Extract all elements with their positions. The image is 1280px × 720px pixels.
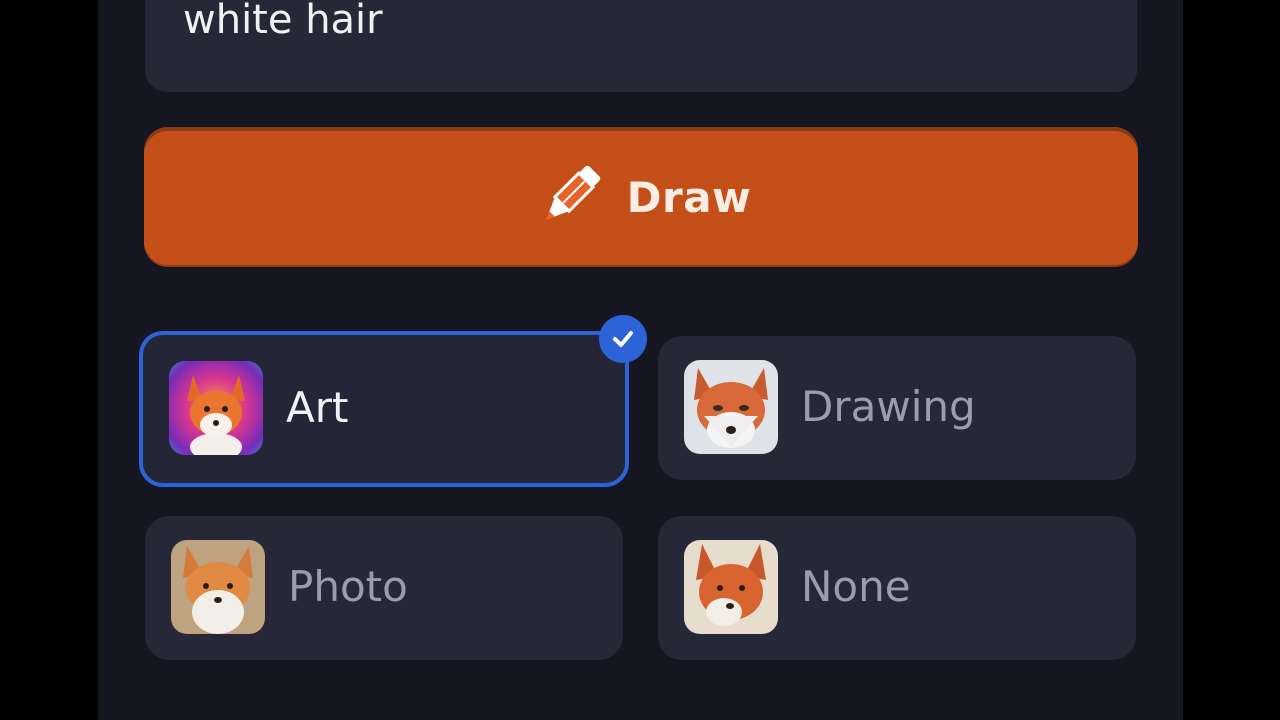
style-option-label: Photo	[288, 562, 408, 611]
checkmark-icon	[599, 315, 647, 363]
style-option-label: Art	[286, 383, 349, 432]
pencil-icon	[546, 165, 600, 220]
style-option-none[interactable]: None	[658, 516, 1136, 660]
draw-button[interactable]: Draw	[144, 127, 1138, 267]
style-option-label: None	[801, 562, 911, 611]
fox-none-thumbnail	[684, 540, 778, 634]
style-option-photo[interactable]: Photo	[145, 516, 623, 660]
fox-art-thumbnail	[169, 361, 263, 455]
fox-photo-thumbnail	[171, 540, 265, 634]
style-option-label: Drawing	[801, 382, 976, 431]
fox-drawing-thumbnail	[684, 360, 778, 454]
draw-label: Draw	[626, 172, 752, 222]
prompt-text: white hair	[183, 0, 383, 43]
prompt-input[interactable]: white hair	[145, 0, 1137, 92]
style-option-drawing[interactable]: Drawing	[658, 336, 1136, 480]
style-option-art[interactable]: Art	[139, 315, 647, 487]
